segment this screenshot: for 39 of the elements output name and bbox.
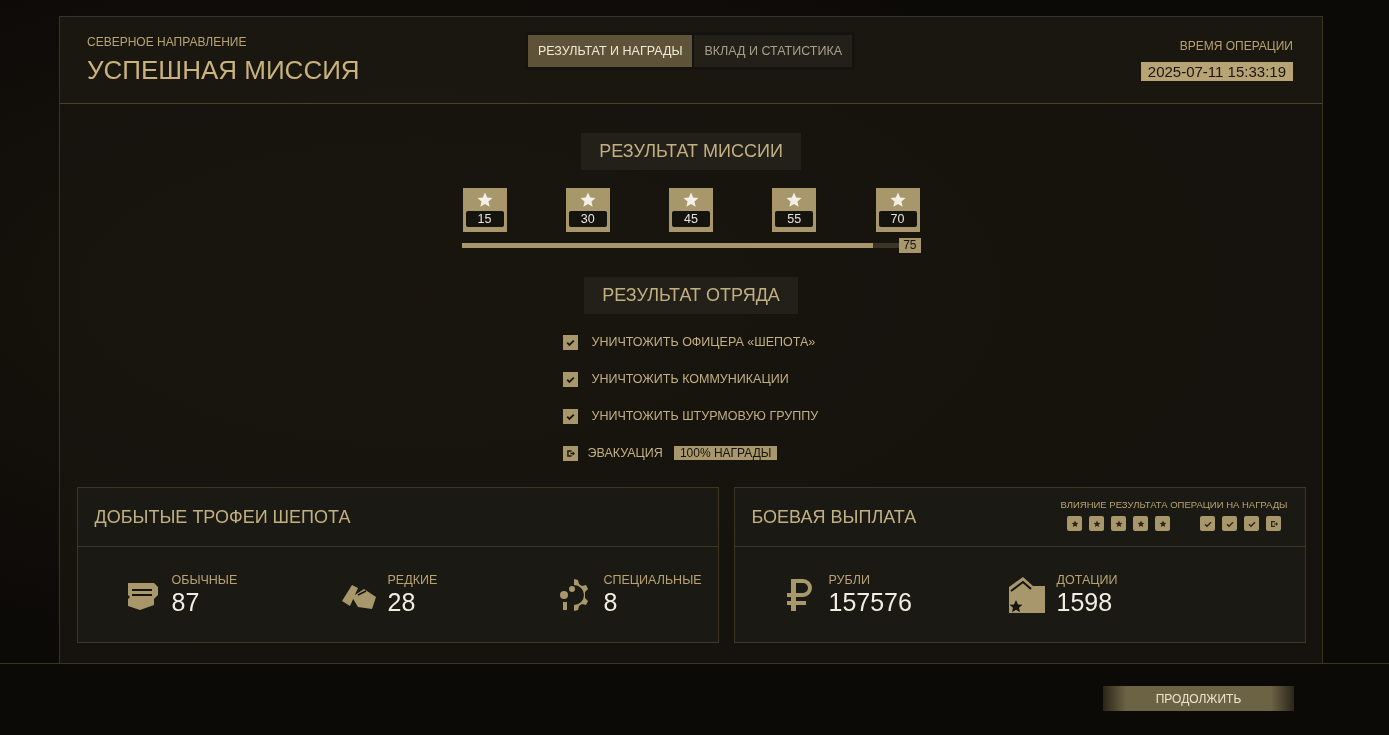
card-title: БОЕВАЯ ВЫПЛАТА xyxy=(751,506,917,528)
milestone-value: 30 xyxy=(568,211,607,227)
objective-label: УНИЧТОЖИТЬ КОММУНИКАЦИИ xyxy=(591,372,789,386)
stat-label: РЕДКИЕ xyxy=(387,572,438,587)
stat-label: ДОТАЦИИ xyxy=(1056,572,1118,587)
card-title: ДОБЫТЫЕ ТРОФЕИ ШЕПОТА xyxy=(94,506,351,528)
star-icon xyxy=(785,191,804,209)
operation-time-label: ВРЕМЯ ОПЕРАЦИИ xyxy=(1179,39,1293,53)
objective-label: УНИЧТОЖИТЬ ШТУРМОВУЮ ГРУППУ xyxy=(591,409,819,423)
section-heading: РЕЗУЛЬТАТ МИССИИ xyxy=(581,133,801,170)
influence-label: ВЛИЯНИЕ РЕЗУЛЬТАТА ОПЕРАЦИИ НА НАГРАДЫ xyxy=(1060,499,1288,510)
objective-label: УНИЧТОЖИТЬ ОФИЦЕРА «ШЕПОТА» xyxy=(591,335,816,349)
reward-badge: 100% НАГРАДЫ xyxy=(673,446,778,460)
continue-button[interactable]: ПРОДОЛЖИТЬ xyxy=(1103,686,1294,711)
mission-title: УСПЕШНАЯ МИССИЯ xyxy=(87,54,361,86)
stat-value: 8 xyxy=(603,587,619,617)
progress-reading: 75 xyxy=(899,238,921,253)
tab[interactable]: ВКЛАД И СТАТИСТИКА xyxy=(694,35,853,67)
milestone-value: 15 xyxy=(465,211,504,227)
star-icon xyxy=(888,191,907,209)
stat-value: 157576 xyxy=(828,587,912,617)
milestone-value: 45 xyxy=(672,211,710,227)
operation-time: 2025-07-11 15:33:19 xyxy=(1140,62,1293,81)
folder-star-icon xyxy=(1006,574,1047,615)
section-heading: РЕЗУЛЬТАТ ОТРЯДА xyxy=(584,277,798,314)
stat-label: РУБЛИ xyxy=(828,572,871,587)
tab[interactable]: РЕЗУЛЬТАТ И НАГРАДЫ xyxy=(527,35,693,67)
stat-value: 1598 xyxy=(1056,587,1114,617)
star-icon xyxy=(682,191,700,209)
milestone-value: 55 xyxy=(775,211,814,227)
stat-value: 87 xyxy=(171,587,201,617)
star-icon xyxy=(475,191,494,209)
stat-label: ОБЫЧНЫЕ xyxy=(171,572,238,587)
milestone-value: 70 xyxy=(878,211,917,227)
star-icon xyxy=(578,191,597,209)
stat-label: СПЕЦИАЛЬНЫЕ xyxy=(603,572,702,587)
stat-value: 28 xyxy=(387,587,417,617)
mission-direction: СЕВЕРНОЕ НАПРАВЛЕНИЕ xyxy=(87,34,248,49)
objective-label: ЭВАКУАЦИЯ xyxy=(587,446,663,460)
